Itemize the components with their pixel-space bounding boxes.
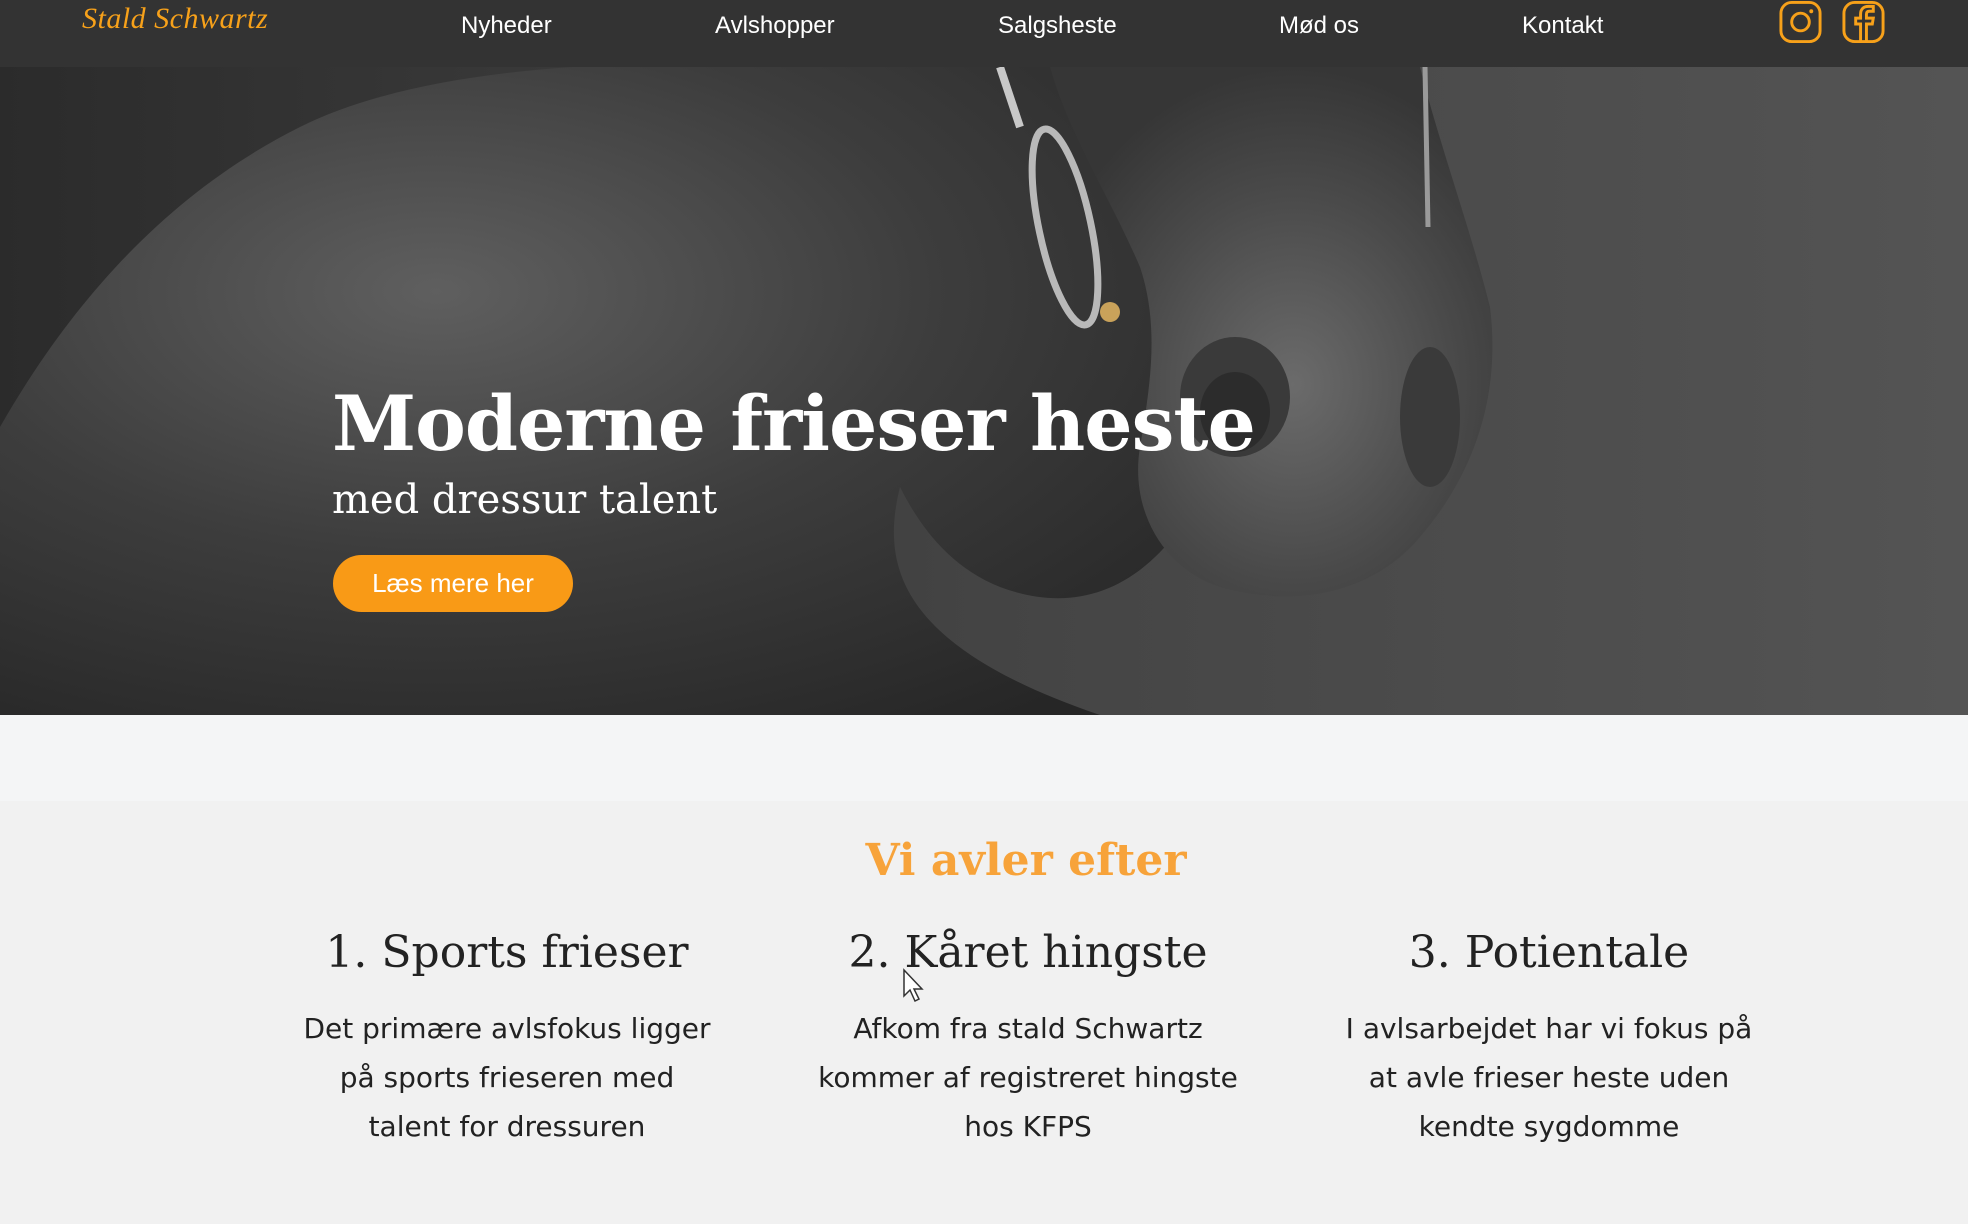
nav-link-avlshopper[interactable]: Avlshopper (715, 12, 835, 40)
feature-card: 1. Sports frieser Det primære avlsfokus … (297, 927, 717, 1151)
hero-subtitle: med dressur talent (332, 477, 718, 523)
section-divider (0, 715, 1968, 801)
nav-link-nyheder[interactable]: Nyheder (461, 12, 552, 40)
feature-card: 3. Potientale I avlsarbejdet har vi foku… (1339, 927, 1759, 1151)
feature-text: Afkom fra stald Schwartz kommer af regis… (818, 1012, 1238, 1143)
hero-banner: Moderne frieser heste med dressur talent… (0, 67, 1968, 715)
hero-title: Moderne frieser heste (332, 379, 1256, 468)
nav-link-salgsheste[interactable]: Salgsheste (998, 12, 1117, 40)
breeding-features-section: Vi avler efter 1. Sports frieser Det pri… (0, 801, 1968, 1224)
site-logo[interactable]: Stald Schwartz (82, 2, 268, 36)
top-navigation: Stald Schwartz Nyheder Avlshopper Salgsh… (0, 0, 1968, 67)
instagram-icon[interactable] (1778, 0, 1823, 46)
feature-heading: 3. Potientale (1408, 927, 1690, 978)
read-more-button[interactable]: Læs mere her (333, 555, 573, 612)
nav-link-mod-os[interactable]: Mød os (1279, 12, 1359, 40)
facebook-icon[interactable] (1841, 0, 1886, 46)
feature-heading: 1. Sports frieser (325, 927, 689, 978)
feature-heading: 2. Kåret hingste (848, 927, 1208, 978)
feature-card: 2. Kåret hingste Afkom fra stald Schwart… (818, 927, 1238, 1151)
nav-link-kontakt[interactable]: Kontakt (1522, 12, 1603, 40)
feature-text: Det primære avlsfokus ligger på sports f… (303, 1012, 711, 1143)
mouse-cursor-icon (903, 968, 924, 1003)
feature-text: I avlsarbejdet har vi fokus på at avle f… (1345, 1012, 1753, 1143)
section-title: Vi avler efter (865, 835, 1187, 886)
